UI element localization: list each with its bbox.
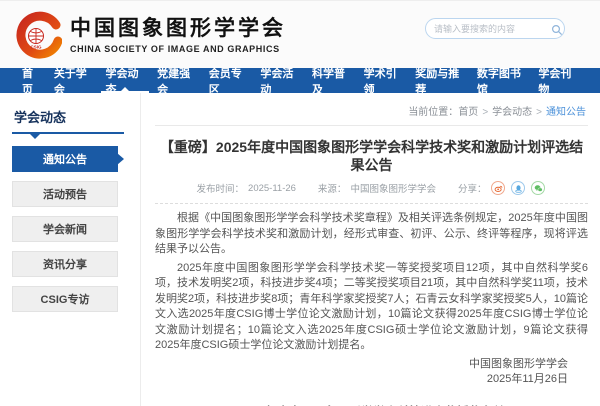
site-title-cn: 中国图象图形学学会 xyxy=(70,16,286,42)
site-header: CSIG 中国图象图形学学会 CHINA SOCIETY OF IMAGE AN… xyxy=(0,0,600,68)
paragraph-1: 根据《中国图象图形学学会科学技术奖章程》及相关评选条例规定，2025年度中国图象… xyxy=(155,211,588,258)
award-list-title: 2025年度中国图象图形学学会科技进步奖授奖名单 xyxy=(155,403,588,406)
nav-item-academic[interactable]: 学术引领 xyxy=(358,68,410,93)
nav-item-awards[interactable]: 奖励与推荐 xyxy=(409,68,471,93)
svg-text:CSIG: CSIG xyxy=(30,44,42,49)
nav-item-party[interactable]: 党建强会 xyxy=(151,68,203,93)
breadcrumb-separator: > xyxy=(536,107,542,118)
signature-date: 2025年11月26日 xyxy=(155,372,568,388)
nav-item-about[interactable]: 关于学会 xyxy=(48,68,100,93)
nav-item-home[interactable]: 首页 xyxy=(16,68,48,93)
breadcrumb-news[interactable]: 学会动态 xyxy=(492,107,532,118)
breadcrumb-separator: > xyxy=(482,107,488,118)
article-body: 根据《中国图象图形学学会科学技术奖章程》及相关评选条例规定，2025年度中国图象… xyxy=(155,211,588,406)
page: CSIG 中国图象图形学学会 CHINA SOCIETY OF IMAGE AN… xyxy=(0,0,600,406)
sidebar: 学会动态 通知公告 活动预告 学会新闻 资讯分享 CSIG专访 xyxy=(12,93,140,406)
site-titles: 中国图象图形学学会 CHINA SOCIETY OF IMAGE AND GRA… xyxy=(70,16,286,54)
share-weibo-icon[interactable] xyxy=(491,181,505,195)
publish-date: 2025-11-26 xyxy=(248,183,296,194)
search-box xyxy=(425,18,565,39)
article-meta: 发布时间：2025-11-26 来源：中国图象图形学学会 分享： xyxy=(155,181,588,195)
publish-label: 发布时间： xyxy=(197,181,245,195)
sidebar-item-news[interactable]: 学会新闻 xyxy=(12,216,118,242)
main-area: 学会动态 通知公告 活动预告 学会新闻 资讯分享 CSIG专访 当前位置：首页 >… xyxy=(0,93,600,406)
sidebar-title-underline xyxy=(12,132,124,134)
source-value: 中国图象图形学学会 xyxy=(350,181,436,195)
sidebar-item-notices[interactable]: 通知公告 xyxy=(12,146,118,172)
main-nav: 首页 关于学会 学会动态 党建强会 会员专区 学会活动 科学普及 学术引领 奖励… xyxy=(0,68,600,93)
csig-logo-icon[interactable]: CSIG xyxy=(14,11,62,59)
signature-org: 中国图象图形学学会 xyxy=(155,357,568,373)
nav-item-science[interactable]: 科学普及 xyxy=(306,68,358,93)
sidebar-item-previews[interactable]: 活动预告 xyxy=(12,181,118,207)
site-title-en: CHINA SOCIETY OF IMAGE AND GRAPHICS xyxy=(70,44,286,54)
search-icon[interactable] xyxy=(551,23,563,35)
share-label: 分享： xyxy=(458,181,487,195)
share-qq-icon[interactable] xyxy=(511,181,525,195)
nav-item-activities[interactable]: 学会活动 xyxy=(254,68,306,93)
paragraph-2: 2025年度中国图象图形学学会科学技术奖一等奖授奖项目12项，其中自然科学奖6项… xyxy=(155,261,588,354)
sidebar-title: 学会动态 xyxy=(12,105,140,132)
breadcrumb-divider xyxy=(155,125,588,126)
article-title: 【重磅】2025年度中国图象图形学学会科学技术奖和激励计划评选结果公告 xyxy=(155,138,588,174)
content-area: 当前位置：首页 > 学会动态 > 通知公告 【重磅】2025年度中国图象图形学学会科学技… xyxy=(140,93,588,406)
search-input[interactable] xyxy=(434,24,551,34)
nav-item-journals[interactable]: 学会刊物 xyxy=(532,68,584,93)
breadcrumb-home[interactable]: 首页 xyxy=(458,107,478,118)
nav-item-news[interactable]: 学会动态 xyxy=(99,68,151,93)
source-label: 来源： xyxy=(318,181,347,195)
sidebar-item-csig-interview[interactable]: CSIG专访 xyxy=(12,286,118,312)
breadcrumb-prefix: 当前位置： xyxy=(408,107,458,118)
nav-item-library[interactable]: 数字图书馆 xyxy=(471,68,533,93)
breadcrumb-notices[interactable]: 通知公告 xyxy=(546,107,586,118)
sidebar-item-info-share[interactable]: 资讯分享 xyxy=(12,251,118,277)
share-wechat-icon[interactable] xyxy=(531,181,545,195)
signature: 中国图象图形学学会 2025年11月26日 xyxy=(155,357,588,388)
nav-item-members[interactable]: 会员专区 xyxy=(203,68,255,93)
breadcrumb: 当前位置：首页 > 学会动态 > 通知公告 xyxy=(155,101,588,125)
meta-divider xyxy=(155,203,588,204)
